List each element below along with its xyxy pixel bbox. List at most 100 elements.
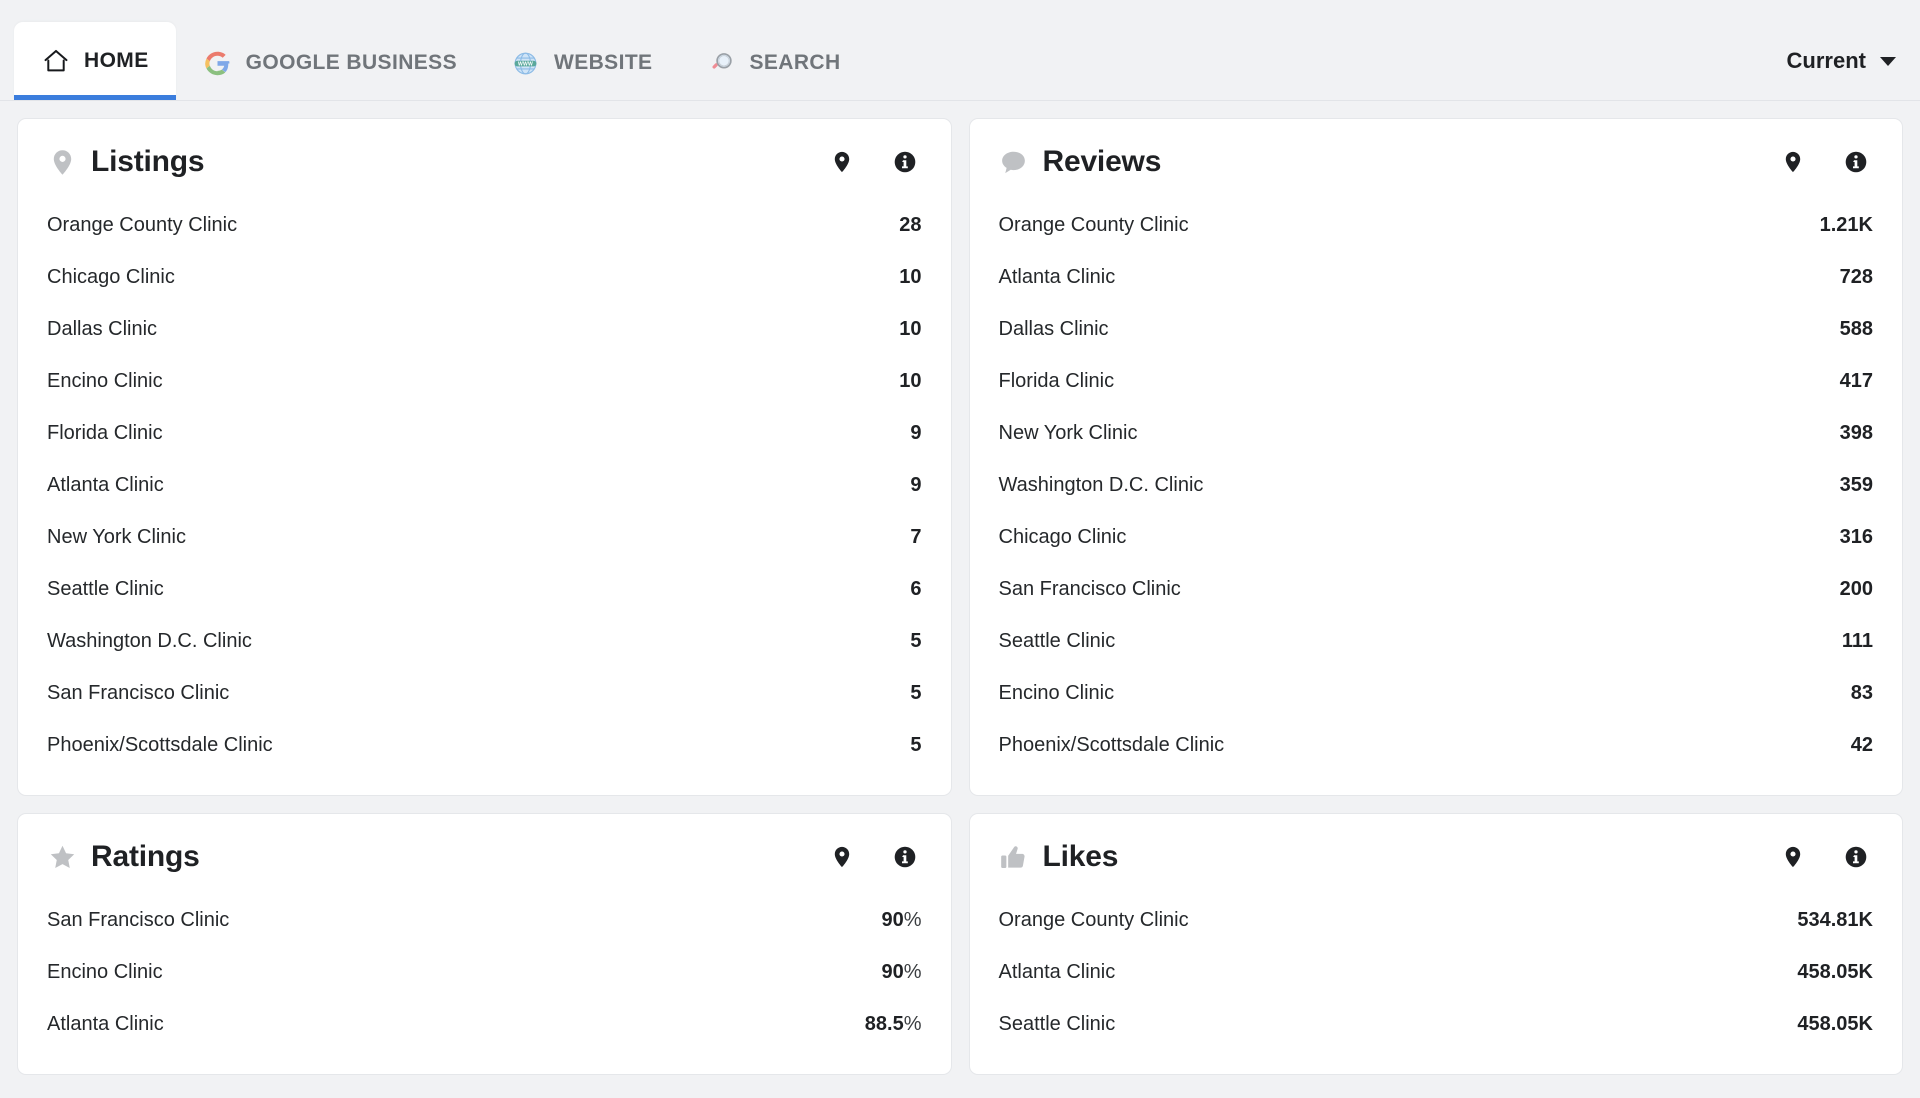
list-item-value: 5 bbox=[910, 734, 921, 757]
tab-website[interactable]: WWW WEBSITE bbox=[484, 26, 679, 100]
list-item[interactable]: San Francisco Clinic 90% bbox=[18, 894, 951, 946]
list-item-value: 359 bbox=[1840, 474, 1873, 497]
list-item-value-number: 10 bbox=[899, 317, 922, 340]
list-item[interactable]: New York Clinic 7 bbox=[18, 511, 951, 563]
card-list: Orange County Clinic 534.81K Atlanta Clini… bbox=[970, 886, 1903, 1074]
list-item-label: Florida Clinic bbox=[47, 421, 163, 444]
list-item-label: San Francisco Clinic bbox=[47, 681, 230, 704]
list-item[interactable]: Florida Clinic 417 bbox=[970, 355, 1903, 407]
tab-website-label: WEBSITE bbox=[553, 51, 653, 74]
list-item[interactable]: Dallas Clinic 10 bbox=[18, 303, 951, 355]
list-item-value-unit: % bbox=[903, 908, 922, 931]
list-item[interactable]: Atlanta Clinic 9 bbox=[18, 459, 951, 511]
list-item-value-number: 6 bbox=[910, 577, 922, 600]
list-item[interactable]: Washington D.C. Clinic 5 bbox=[18, 615, 951, 667]
list-item-value: 10 bbox=[899, 318, 921, 341]
list-item-value: 88.5% bbox=[865, 1013, 922, 1036]
list-item-value: 534.81K bbox=[1797, 909, 1873, 932]
list-item-value: 1.21K bbox=[1820, 214, 1873, 237]
list-item[interactable]: Dallas Clinic 588 bbox=[970, 303, 1903, 355]
list-item-label: Orange County Clinic bbox=[998, 213, 1189, 236]
list-item-label: Washington D.C. Clinic bbox=[998, 473, 1204, 496]
list-item[interactable]: Seattle Clinic 111 bbox=[970, 615, 1903, 667]
info-icon[interactable] bbox=[892, 149, 918, 175]
list-item[interactable]: Orange County Clinic 28 bbox=[18, 199, 951, 251]
list-item-value-number: 5 bbox=[910, 681, 922, 704]
map-view-icon[interactable] bbox=[1780, 149, 1806, 175]
list-item-label: Atlanta Clinic bbox=[998, 265, 1116, 288]
map-pin-icon bbox=[47, 147, 77, 177]
list-item-label: Chicago Clinic bbox=[998, 525, 1127, 548]
list-item-value: 10 bbox=[899, 266, 921, 289]
info-icon[interactable] bbox=[1843, 149, 1869, 175]
list-item[interactable]: Encino Clinic 90% bbox=[18, 946, 951, 998]
list-item-value-number: 417 bbox=[1839, 369, 1873, 392]
list-item-label: Encino Clinic bbox=[47, 369, 163, 392]
list-item-value-number: 200 bbox=[1839, 577, 1873, 600]
list-item[interactable]: Florida Clinic 9 bbox=[18, 407, 951, 459]
list-item[interactable]: Orange County Clinic 1.21K bbox=[970, 199, 1903, 251]
list-item[interactable]: New York Clinic 398 bbox=[970, 407, 1903, 459]
list-item-value-number: 90 bbox=[881, 960, 904, 983]
list-item[interactable]: Phoenix/Scottsdale Clinic 5 bbox=[18, 719, 951, 771]
period-selector[interactable]: Current bbox=[1787, 48, 1896, 100]
list-item[interactable]: Chicago Clinic 316 bbox=[970, 511, 1903, 563]
list-item[interactable]: Encino Clinic 10 bbox=[18, 355, 951, 407]
list-item-label: Atlanta Clinic bbox=[998, 960, 1116, 983]
list-item[interactable]: Washington D.C. Clinic 359 bbox=[970, 459, 1903, 511]
list-item[interactable]: Atlanta Clinic 458.05K bbox=[970, 946, 1903, 998]
list-item-value: 90% bbox=[881, 909, 921, 932]
list-item-value: 10 bbox=[899, 370, 921, 393]
list-item[interactable]: Seattle Clinic 458.05K bbox=[970, 998, 1903, 1050]
card-listings: Listings Orange County Clinic 28 Chicago Cl… bbox=[17, 118, 952, 796]
tab-google-business[interactable]: GOOGLE BUSINESS bbox=[176, 26, 484, 100]
list-item-value-number: 728 bbox=[1839, 265, 1873, 288]
list-item-value: 398 bbox=[1840, 422, 1873, 445]
card-title: Listings bbox=[91, 145, 205, 178]
info-icon[interactable] bbox=[892, 844, 918, 870]
list-item[interactable]: Phoenix/Scottsdale Clinic 42 bbox=[970, 719, 1903, 771]
www-globe-icon: WWW bbox=[511, 48, 541, 78]
list-item[interactable]: Atlanta Clinic 728 bbox=[970, 251, 1903, 303]
info-icon[interactable] bbox=[1843, 844, 1869, 870]
card-header-actions bbox=[1780, 844, 1873, 870]
tab-home-label: HOME bbox=[84, 49, 149, 72]
map-view-icon[interactable] bbox=[829, 844, 855, 870]
card-title: Ratings bbox=[91, 840, 200, 873]
list-item-value: 28 bbox=[899, 214, 921, 237]
list-item[interactable]: Seattle Clinic 6 bbox=[18, 563, 951, 615]
card-list: San Francisco Clinic 90% Encino Clinic 90% A… bbox=[18, 886, 951, 1074]
svg-text:WWW: WWW bbox=[519, 61, 534, 67]
tab-home[interactable]: HOME bbox=[14, 22, 176, 100]
list-item-value-number: 1.21K bbox=[1819, 213, 1873, 236]
card-reviews: Reviews Orange County Clinic 1.21K Atlanta … bbox=[968, 118, 1903, 796]
list-item-label: Dallas Clinic bbox=[47, 317, 158, 340]
list-item[interactable]: Atlanta Clinic 88.5% bbox=[18, 998, 951, 1050]
list-item[interactable]: San Francisco Clinic 200 bbox=[970, 563, 1903, 615]
list-item-value-number: 90 bbox=[881, 908, 904, 931]
dashboard-grid: Listings Orange County Clinic 28 Chicago Cl… bbox=[0, 101, 1920, 1075]
tab-search-label: SEARCH bbox=[749, 51, 841, 74]
map-view-icon[interactable] bbox=[1780, 844, 1806, 870]
card-title: Reviews bbox=[1042, 145, 1162, 178]
list-item[interactable]: Orange County Clinic 534.81K bbox=[970, 894, 1903, 946]
list-item-value-number: 7 bbox=[910, 525, 922, 548]
list-item-label: Phoenix/Scottsdale Clinic bbox=[47, 733, 273, 756]
card-header: Likes bbox=[970, 814, 1903, 886]
map-view-icon[interactable] bbox=[829, 149, 855, 175]
card-header-actions bbox=[829, 149, 922, 175]
list-item[interactable]: Chicago Clinic 10 bbox=[18, 251, 951, 303]
list-item-value: 5 bbox=[910, 630, 921, 653]
list-item-value-number: 42 bbox=[1850, 733, 1873, 756]
list-item[interactable]: San Francisco Clinic 5 bbox=[18, 667, 951, 719]
tab-search[interactable]: SEARCH bbox=[679, 26, 867, 100]
list-item-label: Encino Clinic bbox=[998, 681, 1115, 704]
list-item[interactable]: Encino Clinic 83 bbox=[970, 667, 1903, 719]
list-item-label: Phoenix/Scottsdale Clinic bbox=[998, 733, 1225, 756]
star-icon bbox=[47, 842, 77, 872]
list-item-value: 111 bbox=[1842, 630, 1873, 653]
list-item-value-number: 5 bbox=[910, 733, 922, 756]
list-item-value: 42 bbox=[1851, 734, 1873, 757]
list-item-label: Orange County Clinic bbox=[998, 908, 1189, 931]
list-item-value-number: 88.5 bbox=[864, 1012, 904, 1035]
